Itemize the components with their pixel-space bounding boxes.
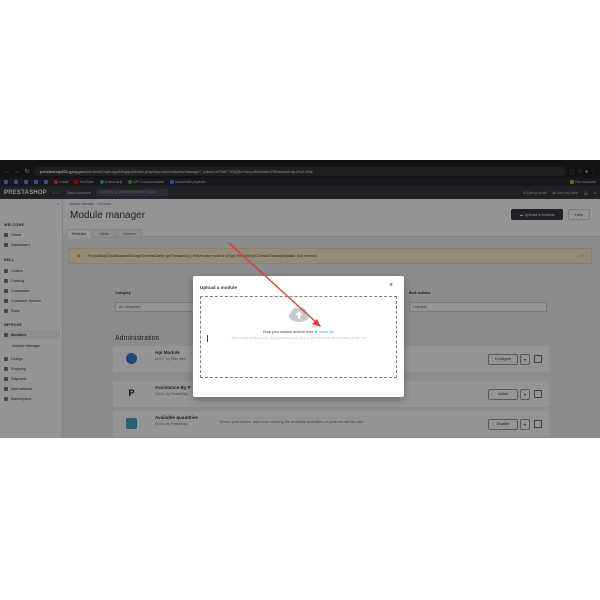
drop-text: Drop your module archive here or (262, 330, 319, 334)
page-background: ← → ↻ prestashop811.grey.pro/admin187aqh… (0, 0, 600, 600)
upload-module-modal: Upload a module × Drop your module archi… (193, 276, 404, 397)
close-icon[interactable]: × (389, 282, 393, 289)
screenshot: ← → ↻ prestashop811.grey.pro/admin187aqh… (0, 160, 600, 438)
cloud-upload-icon (289, 307, 309, 322)
text-cursor (207, 335, 208, 342)
modal-title: Upload a module (200, 285, 238, 290)
drop-instructions: Drop your module archive here or select … (201, 330, 396, 334)
file-dropzone[interactable]: Drop your module archive here or select … (200, 296, 397, 378)
select-file-link[interactable]: select file (319, 330, 334, 334)
upload-note: Please upload one file at a time, .zip o… (231, 337, 367, 340)
